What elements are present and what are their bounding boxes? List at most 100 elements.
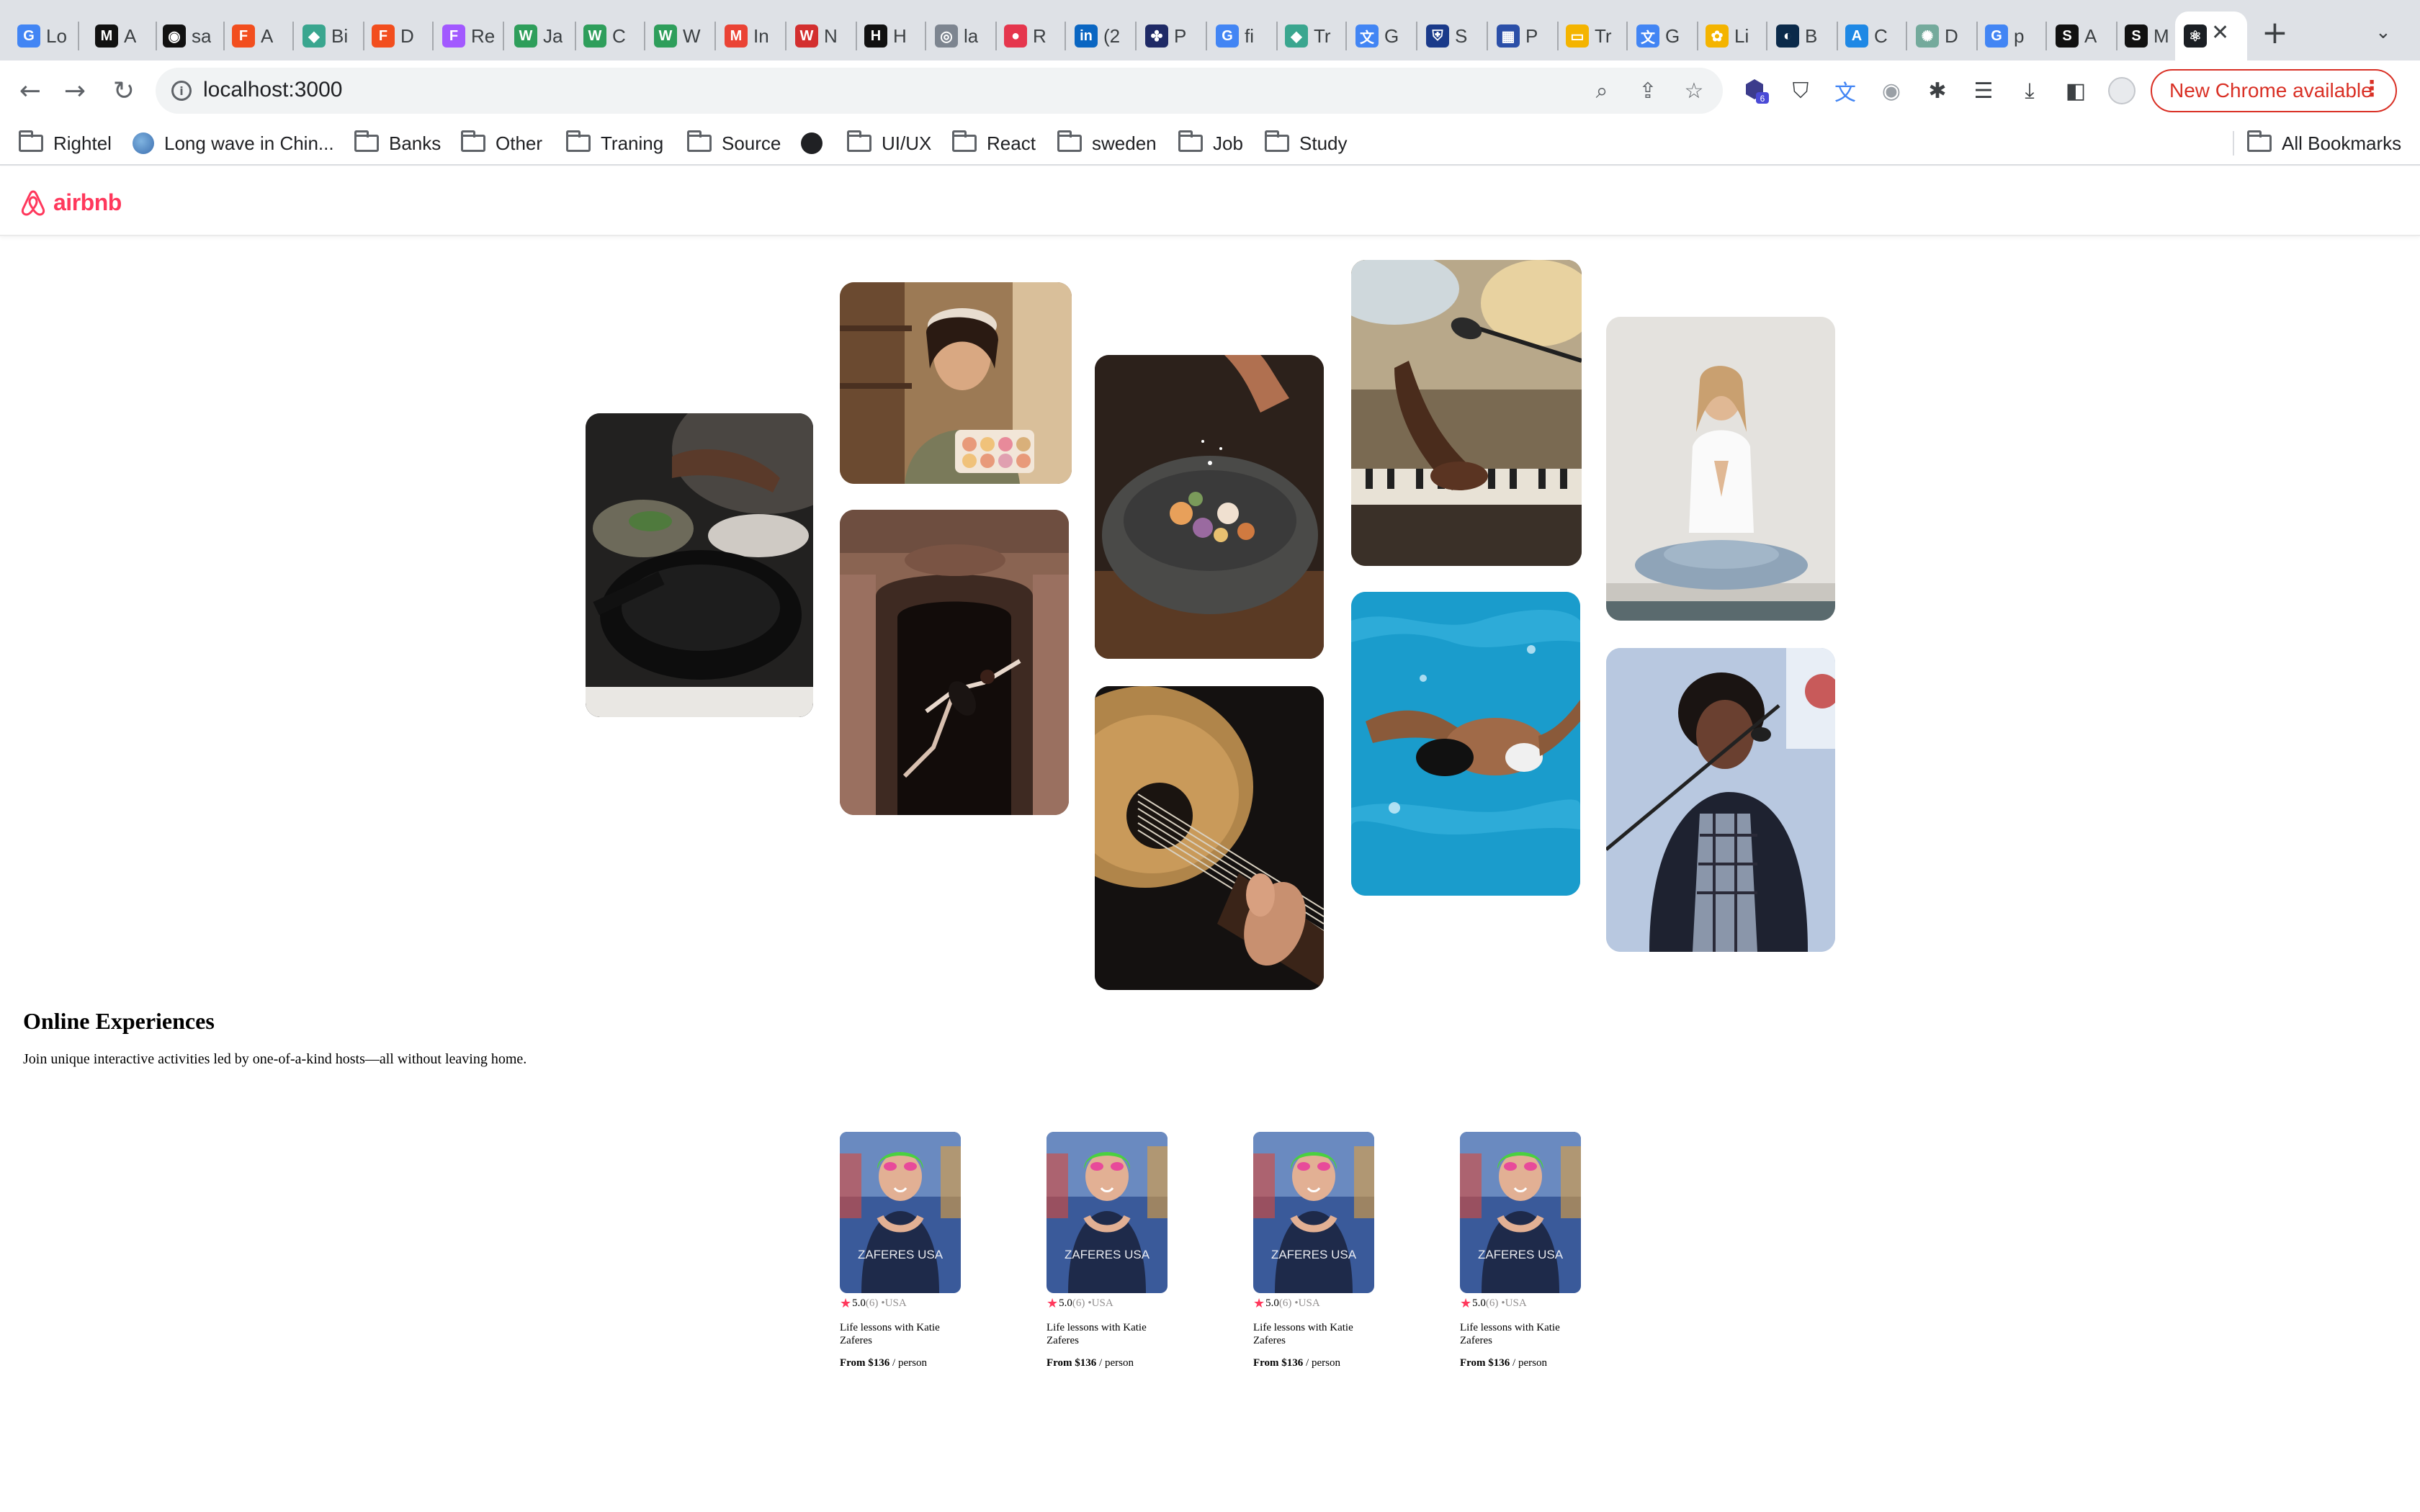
card-rating: 5.0 — [1472, 1297, 1486, 1309]
download-icon[interactable]: ⤓ — [2014, 75, 2045, 107]
browser-tab[interactable]: FD — [363, 12, 431, 60]
star-icon: ★ — [840, 1296, 852, 1311]
experience-card[interactable]: ZAFERES USA ★ 5.0 (6) •USA Life lessons with … — [1460, 1132, 1582, 1369]
browser-tab[interactable]: M In — [716, 12, 784, 60]
browser-tab-title: Ja — [543, 24, 563, 47]
forward-arrow-icon[interactable]: → — [55, 71, 95, 111]
all-bookmarks-button[interactable]: All Bookmarks — [2247, 130, 2401, 157]
close-tab-icon[interactable]: ✕ — [2211, 20, 2229, 45]
browser-tab[interactable]: FA — [223, 12, 291, 60]
translate-extension-icon[interactable]: 文 — [1829, 75, 1861, 107]
card-title[interactable]: Life lessons with Katie Zaferes — [1253, 1321, 1368, 1347]
kebab-menu-icon[interactable]: ⋮ — [2361, 76, 2383, 102]
browser-tab[interactable]: ✤ P — [1137, 12, 1204, 60]
browser-tab-title: D — [1945, 24, 1958, 47]
grammarly-icon[interactable]: ◉ — [1876, 75, 1907, 107]
shield-extension-icon[interactable]: ⛉ — [1785, 75, 1816, 107]
linkedin-icon: in — [1075, 24, 1098, 48]
google-icon: G — [17, 24, 40, 48]
reload-icon[interactable]: ↻ — [104, 71, 144, 111]
puzzle-icon[interactable]: ✱ — [1922, 75, 1953, 107]
browser-tab[interactable]: Gp — [1976, 12, 2044, 60]
browser-tab[interactable]: AC — [1837, 12, 1904, 60]
site-info-icon[interactable]: i — [171, 81, 192, 101]
browser-tab[interactable]: HH — [856, 12, 923, 60]
globe-icon: ◎ — [935, 24, 958, 48]
browser-tab-title: C — [1874, 24, 1888, 47]
bookmark-item[interactable]: sweden — [1057, 130, 1157, 157]
browser-tab[interactable]: SA — [2047, 12, 2115, 60]
browser-tab[interactable]: ⛨ S — [1417, 12, 1485, 60]
bookmark-item[interactable] — [801, 130, 823, 157]
photo-stone-bowl-dish — [1095, 355, 1324, 659]
folder-icon — [566, 130, 591, 152]
browser-tab-title: N — [824, 24, 838, 47]
experience-card[interactable]: ZAFERES USA ★ 5.0 (6) •USA Life lessons with … — [840, 1132, 962, 1369]
url-text[interactable]: localhost:3000 — [203, 78, 342, 102]
browser-tab-title: R — [1033, 24, 1047, 47]
airbnb-logo[interactable]: airbnb — [19, 187, 122, 217]
browser-tab[interactable]: F Re — [434, 12, 501, 60]
reading-list-icon[interactable]: ☰ — [1968, 75, 1999, 107]
browser-tab[interactable]: ▦ P — [1488, 12, 1556, 60]
experience-card[interactable]: ZAFERES USA ★ 5.0 (6) •USA Life lessons with … — [1047, 1132, 1169, 1369]
share-icon[interactable]: ⇪ — [1632, 75, 1664, 107]
bookmark-item[interactable]: Traning — [566, 130, 663, 157]
browser-tab[interactable]: ◎ la — [926, 12, 994, 60]
browser-tab[interactable]: WC — [575, 12, 642, 60]
bookmark-item[interactable]: Study — [1265, 130, 1348, 157]
browser-tab[interactable]: 文G — [1347, 12, 1415, 60]
card-title[interactable]: Life lessons with Katie Zaferes — [1460, 1321, 1575, 1347]
back-arrow-icon[interactable]: ← — [10, 71, 50, 111]
browser-tab-title: Bi — [331, 24, 349, 47]
browser-tab[interactable]: ✺ D — [1907, 12, 1975, 60]
bookmark-item[interactable]: React — [952, 130, 1036, 157]
tab-search-chevron-icon[interactable]: ⌄ — [2375, 22, 2391, 43]
card-title[interactable]: Life lessons with Katie Zaferes — [1047, 1321, 1162, 1347]
update-chrome-label: New Chrome available — [2169, 79, 2372, 102]
s-icon: S — [2125, 24, 2148, 48]
site-header: airbnb — [0, 167, 2420, 236]
bookmark-star-icon[interactable]: ☆ — [1678, 75, 1710, 107]
new-tab-button[interactable]: + — [2262, 14, 2288, 51]
bookmark-item[interactable]: Rightel — [19, 130, 112, 157]
bookmark-label: sweden — [1092, 132, 1157, 154]
globe-icon — [133, 132, 154, 154]
browser-tab-title: Tr — [1314, 24, 1331, 47]
bookmark-item[interactable]: Job — [1178, 130, 1243, 157]
bookmark-label: Study — [1299, 132, 1348, 154]
browser-tab[interactable]: SM — [2116, 12, 2184, 60]
zoom-icon[interactable]: ⌕ — [1586, 75, 1618, 107]
browser-tab[interactable]: ✿ Li — [1697, 12, 1765, 60]
browser-tab[interactable]: ◉ sa — [154, 12, 222, 60]
browser-tab[interactable]: in (2 — [1066, 12, 1134, 60]
browser-tab[interactable]: MA — [86, 12, 154, 60]
bookmark-item[interactable]: Banks — [354, 130, 441, 157]
browser-tab[interactable]: WN — [786, 12, 854, 60]
browser-tab[interactable]: ◐ B — [1767, 12, 1835, 60]
jersey-text-line-1: ZAFERES USA — [1065, 1248, 1150, 1261]
browser-tab[interactable]: G Lo — [9, 12, 76, 60]
bookmark-item[interactable]: Source — [687, 130, 781, 157]
browser-tab[interactable]: ◆ Bi — [294, 12, 362, 60]
browser-tab[interactable]: W Ja — [506, 12, 573, 60]
experience-card[interactable]: ZAFERES USA ★ 5.0 (6) •USA Life lessons with … — [1253, 1132, 1376, 1369]
bookmark-item[interactable]: Other — [461, 130, 542, 157]
browser-tab[interactable]: Gfi — [1207, 12, 1275, 60]
address-bar[interactable]: i localhost:3000 ⌕ ⇪ ☆ — [156, 68, 1723, 114]
card-price: From $136 / person — [1047, 1357, 1169, 1369]
bookmark-item[interactable]: Long wave in Chin... — [133, 130, 334, 157]
folder-icon — [354, 130, 379, 152]
update-chrome-button[interactable]: New Chrome available ⋮ — [2151, 69, 2397, 112]
extension-badge-icon[interactable]: 6 — [1740, 75, 1772, 107]
browser-tab[interactable]: ◆ Tr — [1276, 12, 1344, 60]
card-title[interactable]: Life lessons with Katie Zaferes — [840, 1321, 955, 1347]
side-panel-icon[interactable]: ◧ — [2060, 75, 2092, 107]
browser-tab[interactable]: WW — [645, 12, 713, 60]
photo-swimmer-pool — [1351, 592, 1580, 896]
browser-tab[interactable]: ● R — [995, 12, 1063, 60]
profile-avatar-icon[interactable] — [2106, 75, 2138, 107]
browser-tab[interactable]: 文G — [1628, 12, 1695, 60]
browser-tab[interactable]: ▭ Tr — [1557, 12, 1625, 60]
bookmark-item[interactable]: UI/UX — [847, 130, 931, 157]
